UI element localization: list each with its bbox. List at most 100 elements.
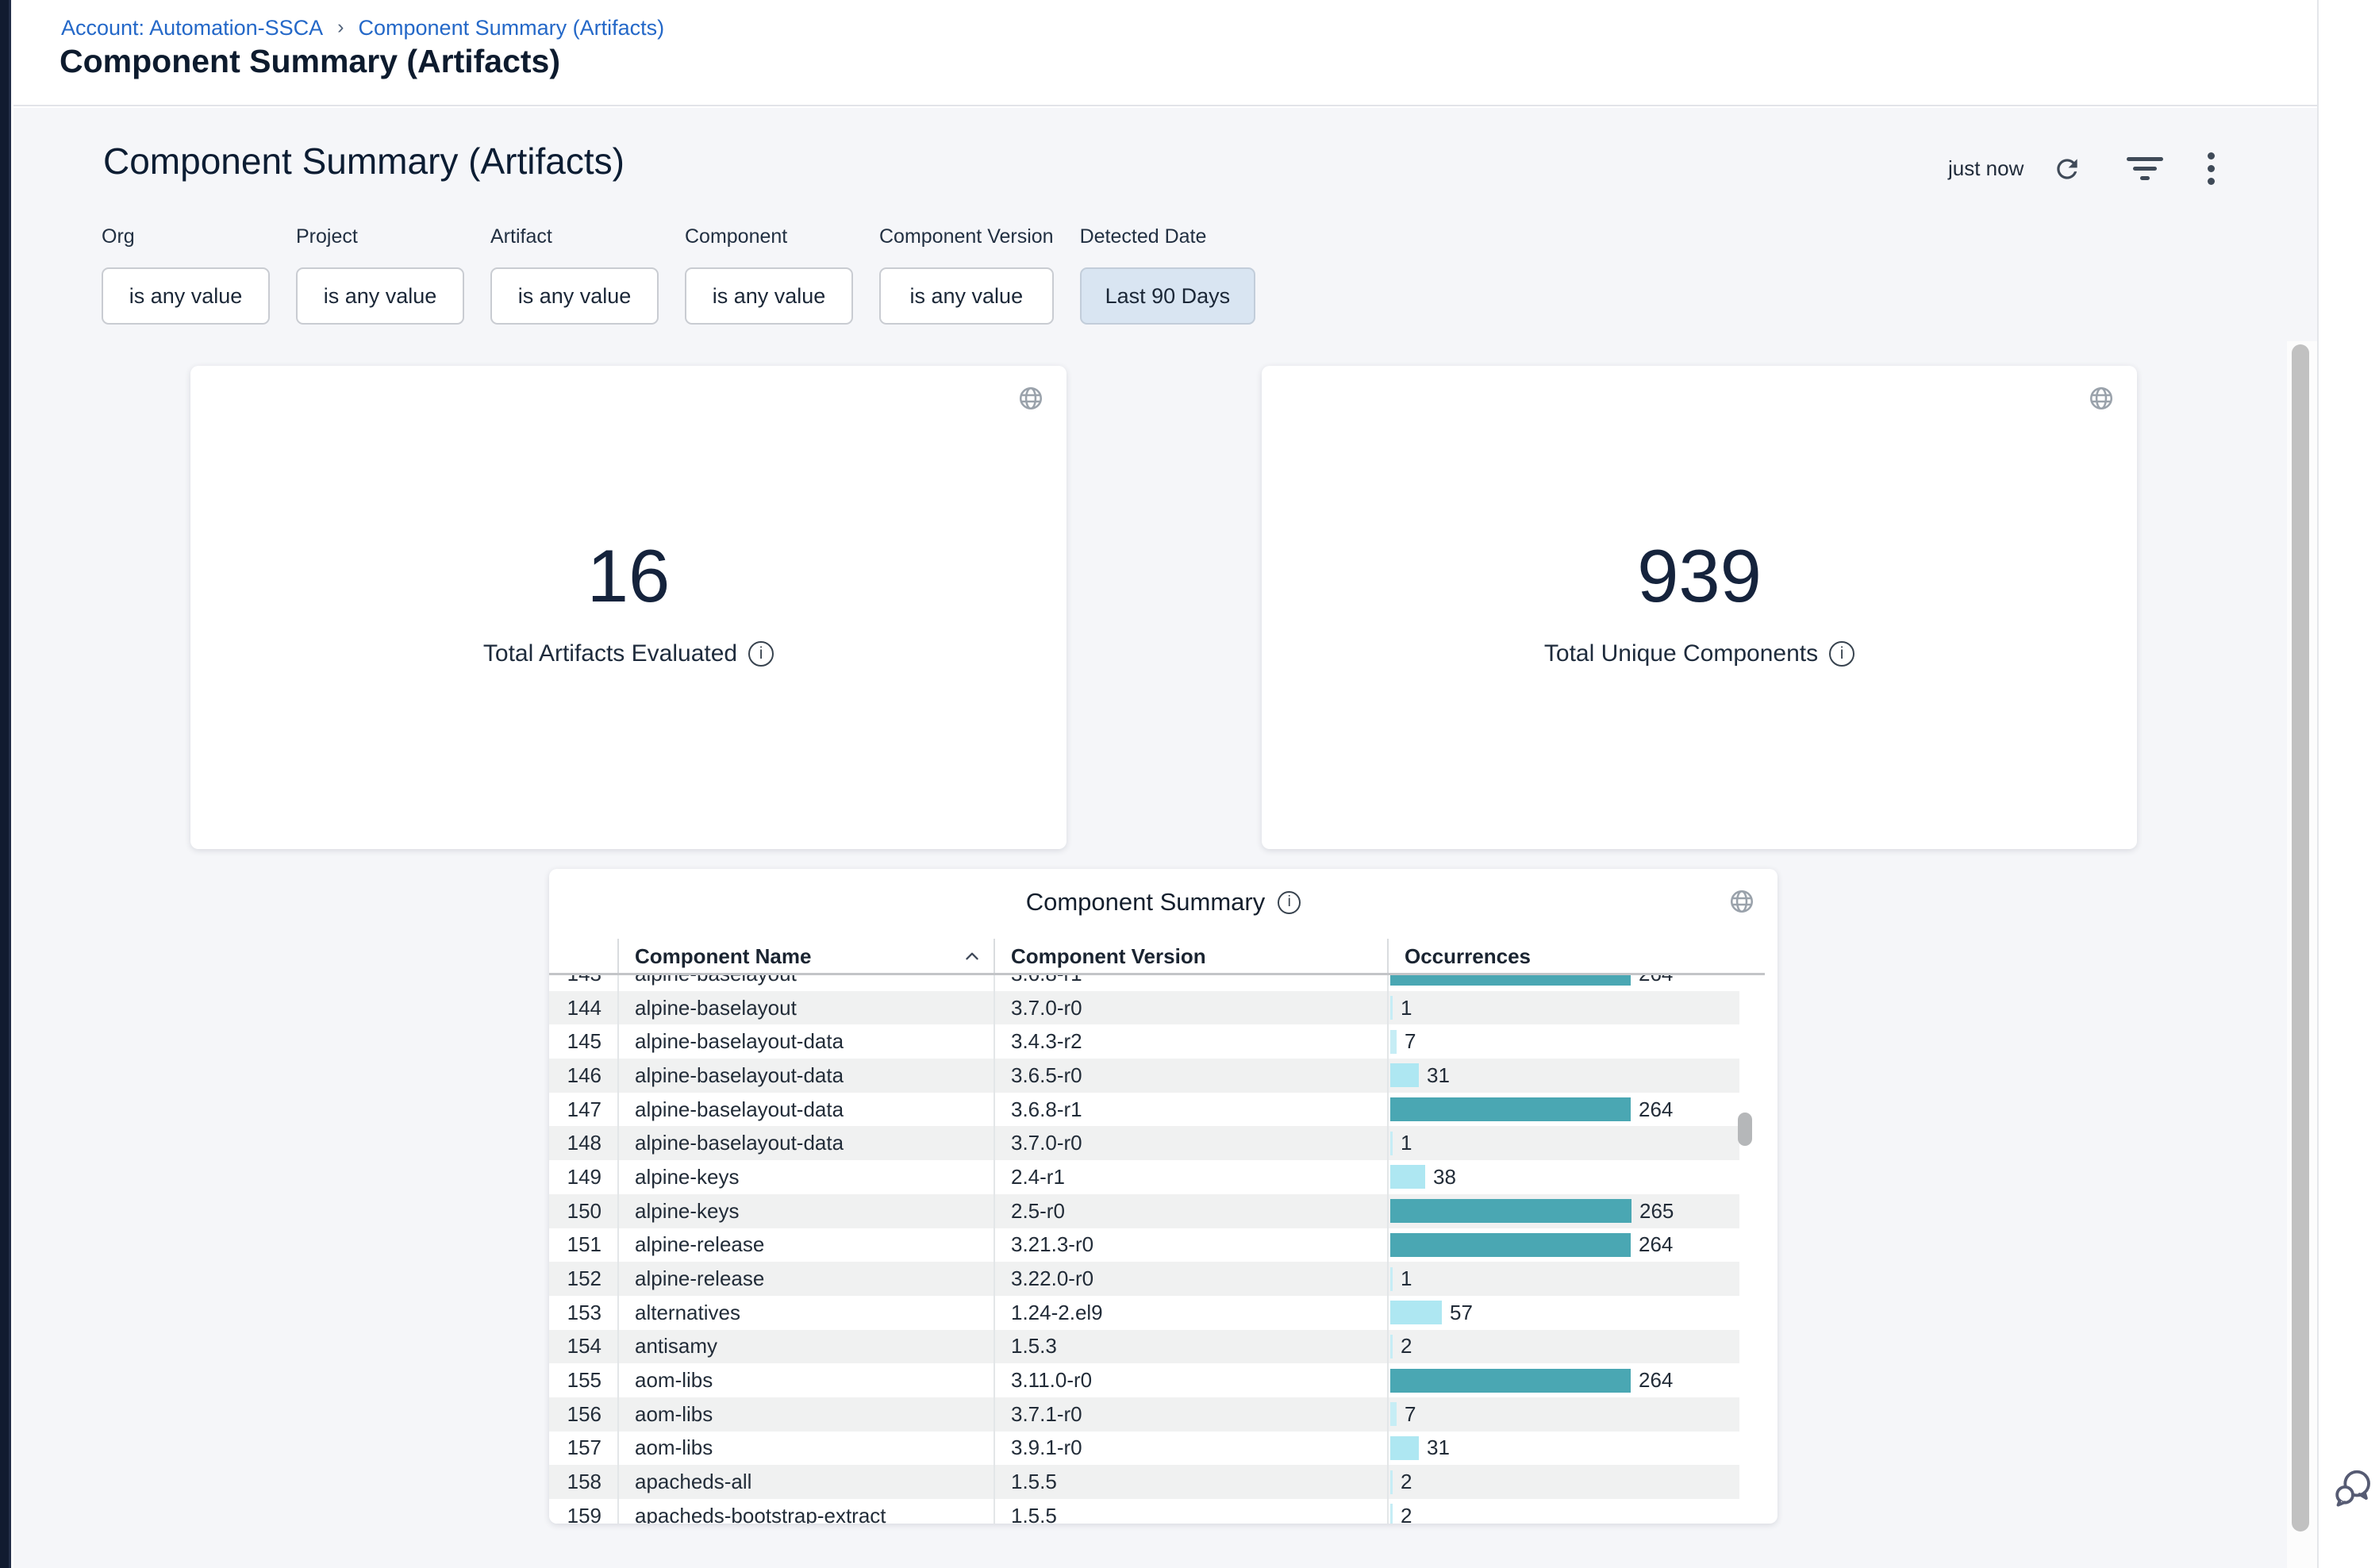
occurrence-bar <box>1390 1301 1442 1324</box>
component-name-cell: alpine-baselayout-data <box>617 1093 993 1127</box>
dashboard-actions: just now <box>1948 152 2215 185</box>
table-row: 149alpine-keys2.4-r138 <box>549 1160 1739 1194</box>
filter-value-button[interactable]: is any value <box>685 267 853 325</box>
dashboard-panel: Component Summary (Artifacts) just now O… <box>13 108 2317 1568</box>
row-index-header <box>549 939 617 974</box>
component-name-cell: alpine-baselayout-data <box>617 1059 993 1093</box>
row-index-cell: 149 <box>549 1165 617 1189</box>
filter-value-button[interactable]: is any value <box>296 267 464 325</box>
col-header-component-version[interactable]: Component Version <box>993 939 1387 974</box>
col-header-label: Occurrences <box>1405 944 1531 969</box>
table-row: 145alpine-baselayout-data3.4.3-r27 <box>549 1024 1739 1059</box>
occurrence-bar <box>1390 1097 1631 1121</box>
occurrences-cell: 31 <box>1387 1059 1738 1093</box>
occurrence-bar <box>1390 1165 1425 1189</box>
filter-value-button[interactable]: is any value <box>102 267 270 325</box>
row-index-cell: 144 <box>549 996 617 1020</box>
table-row: 146alpine-baselayout-data3.6.5-r031 <box>549 1059 1739 1093</box>
table-row: 155aom-libs3.11.0-r0264 <box>549 1363 1739 1397</box>
row-index-cell: 156 <box>549 1402 617 1427</box>
occurrences-cell: 264 <box>1387 975 1738 991</box>
dashboard-title: Component Summary (Artifacts) <box>103 140 625 183</box>
occurrence-value: 2 <box>1401 1470 1412 1494</box>
component-name-cell: alpine-baselayout <box>617 991 993 1025</box>
filter-value-button[interactable]: is any value <box>879 267 1054 325</box>
globe-icon[interactable] <box>2088 385 2115 412</box>
filter-group-detected-date: Detected DateLast 90 Days <box>1080 225 1256 325</box>
occurrence-value: 265 <box>1639 1199 1674 1224</box>
filter-value-button[interactable]: is any value <box>490 267 659 325</box>
component-version-cell: 2.4-r1 <box>993 1160 1387 1194</box>
table-row: 154antisamy1.5.32 <box>549 1330 1739 1364</box>
table-title: Component Summary <box>1026 888 1266 917</box>
component-name-cell: alpine-release <box>617 1262 993 1296</box>
occurrences-cell: 265 <box>1387 1194 1738 1228</box>
row-index-cell: 152 <box>549 1266 617 1291</box>
filter-group-org: Orgis any value <box>102 225 270 325</box>
occurrence-value: 264 <box>1639 1368 1673 1393</box>
refresh-status: just now <box>1948 156 2023 181</box>
page-scrollbar-thumb[interactable] <box>2292 344 2309 1531</box>
row-index-cell: 155 <box>549 1368 617 1393</box>
component-version-cell: 3.9.1-r0 <box>993 1432 1387 1466</box>
info-icon[interactable]: i <box>1829 641 1854 667</box>
info-icon[interactable]: i <box>1278 891 1301 914</box>
row-index-cell: 145 <box>549 1029 617 1054</box>
occurrence-value: 31 <box>1427 1435 1450 1460</box>
component-name-cell: apacheds-bootstrap-extract <box>617 1499 993 1524</box>
occurrence-value: 1 <box>1401 1131 1412 1155</box>
occurrence-value: 264 <box>1639 1097 1673 1122</box>
row-index-cell: 151 <box>549 1232 617 1257</box>
table-row: 143alpine-baselayout3.6.8-r1264 <box>549 975 1739 991</box>
tile-label: Total Unique Components <box>1544 640 1818 667</box>
globe-icon[interactable] <box>1017 385 1044 412</box>
sort-ascending-icon <box>963 950 981 963</box>
tile-total-unique-components: 939 Total Unique Components i <box>1262 366 2137 849</box>
table-scrollbar-thumb[interactable] <box>1738 1113 1752 1146</box>
occurrences-cell: 264 <box>1387 1093 1738 1127</box>
component-name-cell: aom-libs <box>617 1363 993 1397</box>
occurrence-bar <box>1390 1470 1393 1494</box>
component-name-cell: apacheds-all <box>617 1465 993 1499</box>
component-name-cell: alpine-baselayout <box>617 975 993 991</box>
breadcrumb-page-link[interactable]: Component Summary (Artifacts) <box>359 16 665 40</box>
collapsed-nav-rail[interactable] <box>0 0 11 1568</box>
occurrences-cell: 2 <box>1387 1330 1738 1364</box>
more-options-button[interactable] <box>2208 152 2215 185</box>
col-header-component-name[interactable]: Component Name <box>617 939 993 974</box>
tile-total-artifacts: 16 Total Artifacts Evaluated i <box>190 366 1067 849</box>
occurrences-cell: 264 <box>1387 1228 1738 1262</box>
occurrence-bar <box>1390 975 1631 986</box>
component-name-cell: aom-libs <box>617 1397 993 1432</box>
occurrence-value: 264 <box>1639 1232 1673 1257</box>
row-index-cell: 153 <box>549 1301 617 1325</box>
component-version-cell: 1.5.5 <box>993 1499 1387 1524</box>
occurrence-bar <box>1390 1063 1419 1087</box>
info-icon[interactable]: i <box>748 641 774 667</box>
breadcrumb-account-link[interactable]: Account: Automation-SSCA <box>61 16 323 40</box>
component-version-cell: 1.24-2.el9 <box>993 1296 1387 1330</box>
occurrence-bar <box>1390 1132 1393 1155</box>
row-index-cell: 148 <box>549 1131 617 1155</box>
occurrence-value: 31 <box>1427 1063 1450 1088</box>
filter-group-component: Componentis any value <box>685 225 853 325</box>
occurrences-cell: 1 <box>1387 991 1738 1025</box>
page-title: Component Summary (Artifacts) <box>60 43 560 80</box>
component-name-cell: alternatives <box>617 1296 993 1330</box>
occurrences-cell: 57 <box>1387 1296 1738 1330</box>
chat-support-icon[interactable] <box>2331 1466 2374 1509</box>
component-version-cell: 3.7.0-r0 <box>993 991 1387 1025</box>
occurrence-bar <box>1390 1504 1393 1524</box>
component-version-cell: 3.6.8-r1 <box>993 975 1387 991</box>
row-index-cell: 150 <box>549 1199 617 1224</box>
col-header-occurrences[interactable]: Occurrences <box>1387 939 1778 974</box>
filter-value-button[interactable]: Last 90 Days <box>1080 267 1256 325</box>
filter-toggle-button[interactable] <box>2127 157 2163 180</box>
tile-value: 939 <box>1637 539 1762 613</box>
component-version-cell: 1.5.3 <box>993 1330 1387 1364</box>
component-version-cell: 3.7.1-r0 <box>993 1397 1387 1432</box>
occurrence-bar <box>1390 1233 1631 1257</box>
table-row: 152alpine-release3.22.0-r01 <box>549 1262 1739 1296</box>
refresh-button[interactable] <box>2052 154 2082 184</box>
occurrences-cell: 7 <box>1387 1397 1738 1432</box>
